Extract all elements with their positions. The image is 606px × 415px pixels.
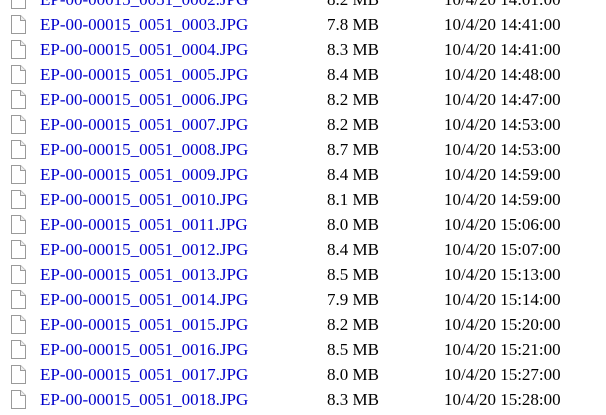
file-size: 8.3 MB: [327, 390, 379, 409]
file-link[interactable]: EP-00-00015_0051_0016.JPG: [40, 340, 248, 360]
file-date: 10/4/20 14:41:00: [444, 15, 561, 34]
file-date: 10/4/20 15:13:00: [444, 265, 561, 284]
file-link[interactable]: EP-00-00015_0051_0015.JPG: [40, 315, 248, 335]
file-link[interactable]: EP-00-00015_0051_0014.JPG: [40, 290, 248, 310]
file-size: 8.1 MB: [327, 190, 379, 209]
file-link[interactable]: EP-00-00015_0051_0004.JPG: [40, 40, 248, 60]
blank-file-icon: [10, 315, 26, 334]
file-size: 8.4 MB: [327, 165, 379, 184]
blank-file-icon: [10, 0, 26, 9]
file-link[interactable]: EP-00-00015_0051_0006.JPG: [40, 90, 248, 110]
file-row: EP-00-00015_0051_0006.JPG 8.2 MB 10/4/20…: [0, 88, 606, 113]
file-date: 10/4/20 14:59:00: [444, 190, 561, 209]
blank-file-icon: [10, 40, 26, 59]
file-link[interactable]: EP-00-00015_0051_0005.JPG: [40, 65, 248, 85]
file-row: EP-00-00015_0051_0018.JPG 8.3 MB 10/4/20…: [0, 388, 606, 413]
file-date: 10/4/20 14:59:00: [444, 165, 561, 184]
file-date: 10/4/20 15:06:00: [444, 215, 561, 234]
file-date: 10/4/20 15:14:00: [444, 290, 561, 309]
file-link[interactable]: EP-00-00015_0051_0013.JPG: [40, 265, 248, 285]
file-link[interactable]: EP-00-00015_0051_0007.JPG: [40, 115, 248, 135]
file-date: 10/4/20 15:20:00: [444, 315, 561, 334]
blank-file-icon: [10, 365, 26, 384]
blank-file-icon: [10, 115, 26, 134]
file-row: EP-00-00015_0051_0010.JPG 8.1 MB 10/4/20…: [0, 188, 606, 213]
blank-file-icon: [10, 390, 26, 409]
file-date: 10/4/20 15:27:00: [444, 365, 561, 384]
file-link[interactable]: EP-00-00015_0051_0008.JPG: [40, 140, 248, 160]
file-row: EP-00-00015_0051_0012.JPG 8.4 MB 10/4/20…: [0, 238, 606, 263]
file-row: EP-00-00015_0051_0015.JPG 8.2 MB 10/4/20…: [0, 313, 606, 338]
file-row: EP-00-00015_0051_0005.JPG 8.4 MB 10/4/20…: [0, 63, 606, 88]
file-size: 8.5 MB: [327, 340, 379, 359]
file-date: 10/4/20 14:48:00: [444, 65, 561, 84]
blank-file-icon: [10, 165, 26, 184]
file-size: 8.4 MB: [327, 65, 379, 84]
file-link[interactable]: EP-00-00015_0051_0003.JPG: [40, 15, 248, 35]
file-row: EP-00-00015_0051_0004.JPG 8.3 MB 10/4/20…: [0, 38, 606, 63]
blank-file-icon: [10, 290, 26, 309]
file-listing: EP-00-00015_0051_0002.JPG 8.2 MB 10/4/20…: [0, 0, 606, 413]
file-link[interactable]: EP-00-00015_0051_0017.JPG: [40, 365, 248, 385]
blank-file-icon: [10, 15, 26, 34]
file-row: EP-00-00015_0051_0017.JPG 8.0 MB 10/4/20…: [0, 363, 606, 388]
blank-file-icon: [10, 240, 26, 259]
file-size: 8.0 MB: [327, 365, 379, 384]
file-row: EP-00-00015_0051_0009.JPG 8.4 MB 10/4/20…: [0, 163, 606, 188]
file-link[interactable]: EP-00-00015_0051_0002.JPG: [40, 0, 248, 10]
file-size: 8.4 MB: [327, 240, 379, 259]
file-link[interactable]: EP-00-00015_0051_0009.JPG: [40, 165, 248, 185]
file-size: 8.7 MB: [327, 140, 379, 159]
file-size: 8.2 MB: [327, 0, 379, 10]
file-link[interactable]: EP-00-00015_0051_0018.JPG: [40, 390, 248, 410]
file-row: EP-00-00015_0051_0011.JPG 8.0 MB 10/4/20…: [0, 213, 606, 238]
file-date: 10/4/20 14:01:00: [444, 0, 561, 10]
file-size: 8.0 MB: [327, 215, 379, 234]
file-link[interactable]: EP-00-00015_0051_0010.JPG: [40, 190, 248, 210]
file-row: EP-00-00015_0051_0007.JPG 8.2 MB 10/4/20…: [0, 113, 606, 138]
blank-file-icon: [10, 65, 26, 84]
file-date: 10/4/20 14:53:00: [444, 140, 561, 159]
file-date: 10/4/20 14:47:00: [444, 90, 561, 109]
file-date: 10/4/20 15:21:00: [444, 340, 561, 359]
blank-file-icon: [10, 215, 26, 234]
file-size: 8.2 MB: [327, 315, 379, 334]
blank-file-icon: [10, 190, 26, 209]
file-row: EP-00-00015_0051_0016.JPG 8.5 MB 10/4/20…: [0, 338, 606, 363]
file-row: EP-00-00015_0051_0014.JPG 7.9 MB 10/4/20…: [0, 288, 606, 313]
blank-file-icon: [10, 90, 26, 109]
file-row: EP-00-00015_0051_0003.JPG 7.8 MB 10/4/20…: [0, 13, 606, 38]
file-row: EP-00-00015_0051_0013.JPG 8.5 MB 10/4/20…: [0, 263, 606, 288]
file-row: EP-00-00015_0051_0008.JPG 8.7 MB 10/4/20…: [0, 138, 606, 163]
file-date: 10/4/20 14:41:00: [444, 40, 561, 59]
file-size: 8.5 MB: [327, 265, 379, 284]
file-link[interactable]: EP-00-00015_0051_0012.JPG: [40, 240, 248, 260]
file-row: EP-00-00015_0051_0002.JPG 8.2 MB 10/4/20…: [0, 0, 606, 13]
file-date: 10/4/20 15:28:00: [444, 390, 561, 409]
file-size: 8.2 MB: [327, 90, 379, 109]
file-size: 7.9 MB: [327, 290, 379, 309]
file-size: 8.2 MB: [327, 115, 379, 134]
blank-file-icon: [10, 265, 26, 284]
file-size: 8.3 MB: [327, 40, 379, 59]
file-date: 10/4/20 15:07:00: [444, 240, 561, 259]
file-size: 7.8 MB: [327, 15, 379, 34]
blank-file-icon: [10, 340, 26, 359]
file-date: 10/4/20 14:53:00: [444, 115, 561, 134]
blank-file-icon: [10, 140, 26, 159]
file-link[interactable]: EP-00-00015_0051_0011.JPG: [40, 215, 248, 235]
